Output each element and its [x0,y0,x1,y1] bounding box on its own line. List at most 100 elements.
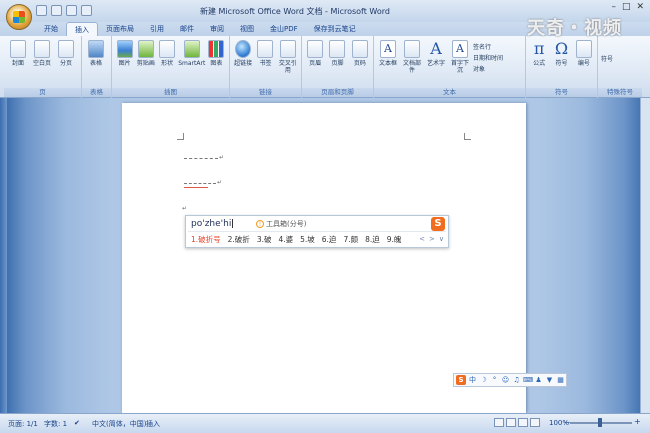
tab-mailings[interactable]: 邮件 [172,22,202,36]
crop-mark [464,133,471,140]
window-controls: – □ ✕ [611,2,644,12]
table-icon [88,40,104,58]
tab-review[interactable]: 审阅 [202,22,232,36]
tab-home[interactable]: 开始 [36,22,66,36]
crop-mark [177,133,184,140]
word-count[interactable]: 字数: 1 [44,419,67,429]
ime-toolbox-hint[interactable]: ! 工具箱(分号) [256,219,306,229]
zoom-in-button[interactable]: + [634,417,641,426]
status-bar: 页面: 1/1 字数: 1 ✔ 中文(简体，中国) 插入 100% － + [0,413,650,433]
paragraph-mark: ↵ [182,205,188,212]
minimize-icon[interactable]: – [611,2,616,12]
shirt-icon[interactable]: ▼ [545,376,554,385]
print-layout-icon[interactable] [494,418,504,427]
person-icon[interactable]: ♟ [534,376,543,385]
keyboard-icon[interactable]: ⌨ [523,376,533,385]
cross-reference-icon [279,40,296,58]
group-label: 表格 [82,88,111,97]
text-caret [232,219,234,228]
proofing-icon[interactable]: ✔ [74,419,80,427]
group-label: 文本 [374,88,525,97]
group-pages: 封面 空白页 分页 页 [4,36,82,98]
tab-view[interactable]: 视图 [232,22,262,36]
drop-cap-icon: A [452,40,468,58]
omega-icon: Ω [554,39,569,58]
bookmark-icon [257,40,274,58]
zoom-slider-thumb[interactable] [598,418,602,427]
textbox-icon: A [380,40,396,58]
group-label: 链接 [230,88,301,97]
group-label: 特殊符号 [598,88,642,97]
lang-toggle[interactable]: 中 [468,376,477,385]
sogou-logo-icon[interactable]: S [456,375,466,385]
tab-save-cloud-note[interactable]: 保存到云笔记 [306,22,364,36]
ime-status-bar: S 中 ☽ ° ☺ ♫ ⌨ ♟ ▼ ▦ [453,373,567,387]
expand-icon[interactable]: ∨ [439,235,444,243]
special-symbol-button[interactable]: 符号 [601,54,639,63]
picture-icon [116,40,133,58]
office-logo-icon [13,11,25,23]
tab-references[interactable]: 引用 [142,22,172,36]
ime-candidate[interactable]: 7.颇 [343,234,358,245]
office-button[interactable] [6,4,32,30]
undo-icon[interactable] [51,5,62,16]
group-symbols: π 公式 Ω 符号 编号 符号 [526,36,598,98]
next-page-icon[interactable]: > [429,235,435,243]
watermark-logo: 天奇・视频 [527,18,622,39]
maximize-icon[interactable]: □ [622,2,631,12]
tab-kingsoft-pdf[interactable]: 金山PDF [262,22,306,36]
paragraph-mark: ↵ [219,154,225,161]
sogou-logo-icon[interactable]: S [431,217,445,231]
ime-candidate[interactable]: 8.迫 [365,234,380,245]
prev-page-icon[interactable]: < [419,235,425,243]
group-header-footer: 页眉 页脚 页码 页眉和页脚 [302,36,374,98]
fullscreen-reading-icon[interactable] [506,418,516,427]
group-label: 页眉和页脚 [302,88,373,97]
ime-navigation: < > ∨ [419,235,444,243]
ime-candidate[interactable]: 9.魄 [387,234,402,245]
signature-line-button[interactable]: 签名行 [473,42,513,51]
window-title: 新建 Microsoft Office Word 文档 - Microsoft … [200,7,390,16]
view-buttons [494,418,540,427]
ime-candidate[interactable]: 6.迫 [322,234,337,245]
vertical-scrollbar[interactable] [640,98,650,413]
outline-icon[interactable] [530,418,540,427]
page-number-icon [351,40,368,58]
group-label: 符号 [526,88,597,97]
web-layout-icon[interactable] [518,418,528,427]
ime-candidate-window: po'zhe'hi ! 工具箱(分号) S 1.破折号 2.破折 3.破 4.婆 … [185,215,449,248]
spellcheck-underline [184,186,208,188]
ime-candidate[interactable]: 1.破折号 [191,234,221,245]
customize-icon[interactable] [81,5,92,16]
text-line [184,182,216,184]
tab-insert[interactable]: 插入 [66,22,98,36]
page-break-icon [58,40,74,58]
cover-page-icon [10,40,26,58]
date-time-button[interactable]: 日期和时间 [473,53,513,62]
ime-candidate[interactable]: 2.破折 [228,234,250,245]
mic-icon[interactable]: ♫ [512,376,521,385]
quick-parts-icon [404,40,420,58]
punct-icon[interactable]: ° [490,376,499,385]
moon-icon[interactable]: ☽ [479,376,488,385]
redo-icon[interactable] [66,5,77,16]
group-links: 超链接 书签 交叉引用 链接 [230,36,302,98]
ime-candidate[interactable]: 4.婆 [278,234,293,245]
ime-candidate[interactable]: 5.坡 [300,234,315,245]
insert-mode[interactable]: 插入 [146,419,160,429]
grid-icon[interactable]: ▦ [556,376,565,385]
tab-page-layout[interactable]: 页面布局 [98,22,142,36]
clipart-icon [137,40,154,58]
group-tables: 表格 表格 [82,36,112,98]
ime-candidate[interactable]: 3.破 [257,234,272,245]
ime-pinyin-input[interactable]: po'zhe'hi [191,219,234,229]
document-page[interactable]: ↵ ↵ ↵ [122,103,526,413]
footer-icon [329,40,346,58]
object-button[interactable]: 对象 [473,64,513,73]
close-icon[interactable]: ✕ [636,2,644,12]
divider [188,231,446,232]
save-icon[interactable] [36,5,47,16]
language-indicator[interactable]: 中文(简体，中国) [92,419,146,429]
smile-icon[interactable]: ☺ [501,376,510,385]
page-count[interactable]: 页面: 1/1 [8,419,38,429]
